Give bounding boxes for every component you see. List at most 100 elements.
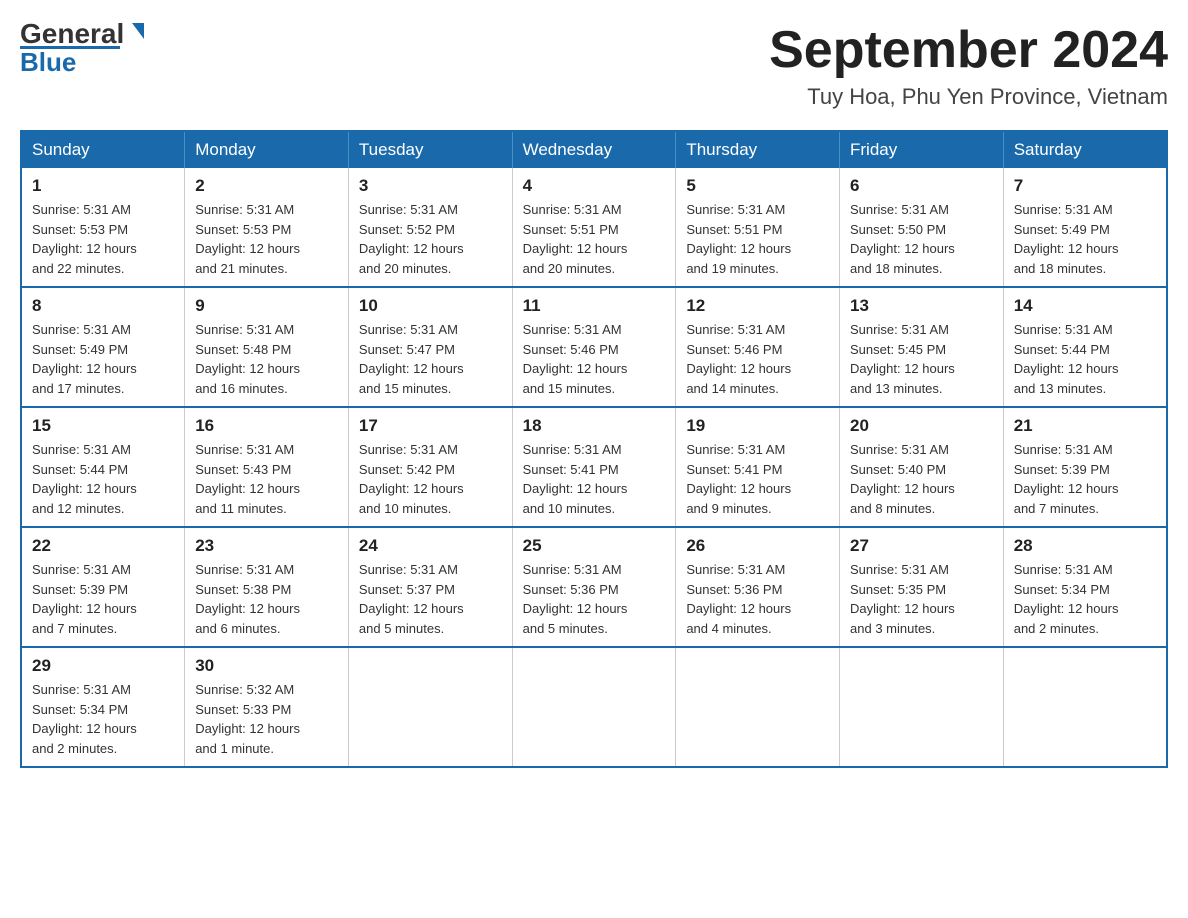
calendar-cell: 13 Sunrise: 5:31 AMSunset: 5:45 PMDaylig… [840,287,1004,407]
day-number: 18 [523,416,666,436]
calendar-cell: 9 Sunrise: 5:31 AMSunset: 5:48 PMDayligh… [185,287,349,407]
day-info: Sunrise: 5:31 AMSunset: 5:35 PMDaylight:… [850,560,993,638]
month-title: September 2024 [769,20,1168,80]
day-number: 17 [359,416,502,436]
day-info: Sunrise: 5:31 AMSunset: 5:40 PMDaylight:… [850,440,993,518]
logo-blue: Blue [20,49,76,75]
header-wednesday: Wednesday [512,131,676,168]
header-sunday: Sunday [21,131,185,168]
day-number: 28 [1014,536,1156,556]
day-number: 23 [195,536,338,556]
calendar-cell: 19 Sunrise: 5:31 AMSunset: 5:41 PMDaylig… [676,407,840,527]
logo-triangle-icon [126,21,148,43]
calendar-cell: 8 Sunrise: 5:31 AMSunset: 5:49 PMDayligh… [21,287,185,407]
day-number: 16 [195,416,338,436]
day-info: Sunrise: 5:31 AMSunset: 5:39 PMDaylight:… [32,560,174,638]
day-info: Sunrise: 5:31 AMSunset: 5:38 PMDaylight:… [195,560,338,638]
day-number: 7 [1014,176,1156,196]
day-info: Sunrise: 5:31 AMSunset: 5:48 PMDaylight:… [195,320,338,398]
calendar-week-5: 29 Sunrise: 5:31 AMSunset: 5:34 PMDaylig… [21,647,1167,767]
day-info: Sunrise: 5:31 AMSunset: 5:53 PMDaylight:… [32,200,174,278]
day-number: 12 [686,296,829,316]
calendar-week-1: 1 Sunrise: 5:31 AMSunset: 5:53 PMDayligh… [21,168,1167,287]
header-thursday: Thursday [676,131,840,168]
day-info: Sunrise: 5:31 AMSunset: 5:41 PMDaylight:… [523,440,666,518]
day-number: 1 [32,176,174,196]
day-info: Sunrise: 5:31 AMSunset: 5:36 PMDaylight:… [523,560,666,638]
calendar-cell: 22 Sunrise: 5:31 AMSunset: 5:39 PMDaylig… [21,527,185,647]
calendar-week-3: 15 Sunrise: 5:31 AMSunset: 5:44 PMDaylig… [21,407,1167,527]
day-number: 11 [523,296,666,316]
calendar-cell: 6 Sunrise: 5:31 AMSunset: 5:50 PMDayligh… [840,168,1004,287]
calendar-cell: 14 Sunrise: 5:31 AMSunset: 5:44 PMDaylig… [1003,287,1167,407]
page-header: General Blue September 2024 Tuy Hoa, Phu… [20,20,1168,110]
calendar-cell [1003,647,1167,767]
day-number: 24 [359,536,502,556]
calendar-cell: 30 Sunrise: 5:32 AMSunset: 5:33 PMDaylig… [185,647,349,767]
calendar-cell: 7 Sunrise: 5:31 AMSunset: 5:49 PMDayligh… [1003,168,1167,287]
calendar-week-2: 8 Sunrise: 5:31 AMSunset: 5:49 PMDayligh… [21,287,1167,407]
day-number: 29 [32,656,174,676]
day-info: Sunrise: 5:31 AMSunset: 5:47 PMDaylight:… [359,320,502,398]
calendar-cell: 10 Sunrise: 5:31 AMSunset: 5:47 PMDaylig… [348,287,512,407]
day-info: Sunrise: 5:31 AMSunset: 5:52 PMDaylight:… [359,200,502,278]
calendar-cell: 28 Sunrise: 5:31 AMSunset: 5:34 PMDaylig… [1003,527,1167,647]
day-info: Sunrise: 5:31 AMSunset: 5:43 PMDaylight:… [195,440,338,518]
title-section: September 2024 Tuy Hoa, Phu Yen Province… [769,20,1168,110]
calendar-week-4: 22 Sunrise: 5:31 AMSunset: 5:39 PMDaylig… [21,527,1167,647]
calendar-cell: 15 Sunrise: 5:31 AMSunset: 5:44 PMDaylig… [21,407,185,527]
calendar-header-row: Sunday Monday Tuesday Wednesday Thursday… [21,131,1167,168]
header-tuesday: Tuesday [348,131,512,168]
calendar-cell: 23 Sunrise: 5:31 AMSunset: 5:38 PMDaylig… [185,527,349,647]
day-number: 21 [1014,416,1156,436]
day-number: 8 [32,296,174,316]
header-monday: Monday [185,131,349,168]
day-number: 20 [850,416,993,436]
calendar-cell: 3 Sunrise: 5:31 AMSunset: 5:52 PMDayligh… [348,168,512,287]
day-number: 10 [359,296,502,316]
calendar-cell: 27 Sunrise: 5:31 AMSunset: 5:35 PMDaylig… [840,527,1004,647]
day-number: 5 [686,176,829,196]
calendar-cell: 12 Sunrise: 5:31 AMSunset: 5:46 PMDaylig… [676,287,840,407]
day-number: 14 [1014,296,1156,316]
calendar-cell: 5 Sunrise: 5:31 AMSunset: 5:51 PMDayligh… [676,168,840,287]
calendar-cell: 21 Sunrise: 5:31 AMSunset: 5:39 PMDaylig… [1003,407,1167,527]
day-info: Sunrise: 5:32 AMSunset: 5:33 PMDaylight:… [195,680,338,758]
day-info: Sunrise: 5:31 AMSunset: 5:42 PMDaylight:… [359,440,502,518]
day-info: Sunrise: 5:31 AMSunset: 5:44 PMDaylight:… [1014,320,1156,398]
day-number: 27 [850,536,993,556]
day-number: 26 [686,536,829,556]
day-number: 22 [32,536,174,556]
calendar-cell [676,647,840,767]
calendar-cell: 2 Sunrise: 5:31 AMSunset: 5:53 PMDayligh… [185,168,349,287]
calendar-cell: 26 Sunrise: 5:31 AMSunset: 5:36 PMDaylig… [676,527,840,647]
calendar-cell: 29 Sunrise: 5:31 AMSunset: 5:34 PMDaylig… [21,647,185,767]
calendar-cell [840,647,1004,767]
logo-general: General [20,20,124,48]
calendar-cell: 16 Sunrise: 5:31 AMSunset: 5:43 PMDaylig… [185,407,349,527]
day-number: 25 [523,536,666,556]
day-number: 30 [195,656,338,676]
day-number: 13 [850,296,993,316]
calendar-cell: 20 Sunrise: 5:31 AMSunset: 5:40 PMDaylig… [840,407,1004,527]
day-info: Sunrise: 5:31 AMSunset: 5:34 PMDaylight:… [32,680,174,758]
calendar-cell: 4 Sunrise: 5:31 AMSunset: 5:51 PMDayligh… [512,168,676,287]
day-info: Sunrise: 5:31 AMSunset: 5:44 PMDaylight:… [32,440,174,518]
day-number: 6 [850,176,993,196]
calendar-cell [512,647,676,767]
calendar-cell: 1 Sunrise: 5:31 AMSunset: 5:53 PMDayligh… [21,168,185,287]
day-info: Sunrise: 5:31 AMSunset: 5:49 PMDaylight:… [32,320,174,398]
day-number: 2 [195,176,338,196]
day-info: Sunrise: 5:31 AMSunset: 5:39 PMDaylight:… [1014,440,1156,518]
calendar-cell: 18 Sunrise: 5:31 AMSunset: 5:41 PMDaylig… [512,407,676,527]
day-info: Sunrise: 5:31 AMSunset: 5:46 PMDaylight:… [523,320,666,398]
day-info: Sunrise: 5:31 AMSunset: 5:37 PMDaylight:… [359,560,502,638]
day-info: Sunrise: 5:31 AMSunset: 5:36 PMDaylight:… [686,560,829,638]
header-friday: Friday [840,131,1004,168]
day-info: Sunrise: 5:31 AMSunset: 5:49 PMDaylight:… [1014,200,1156,278]
day-number: 19 [686,416,829,436]
calendar-cell: 25 Sunrise: 5:31 AMSunset: 5:36 PMDaylig… [512,527,676,647]
day-info: Sunrise: 5:31 AMSunset: 5:45 PMDaylight:… [850,320,993,398]
logo: General Blue [20,20,148,75]
day-info: Sunrise: 5:31 AMSunset: 5:41 PMDaylight:… [686,440,829,518]
